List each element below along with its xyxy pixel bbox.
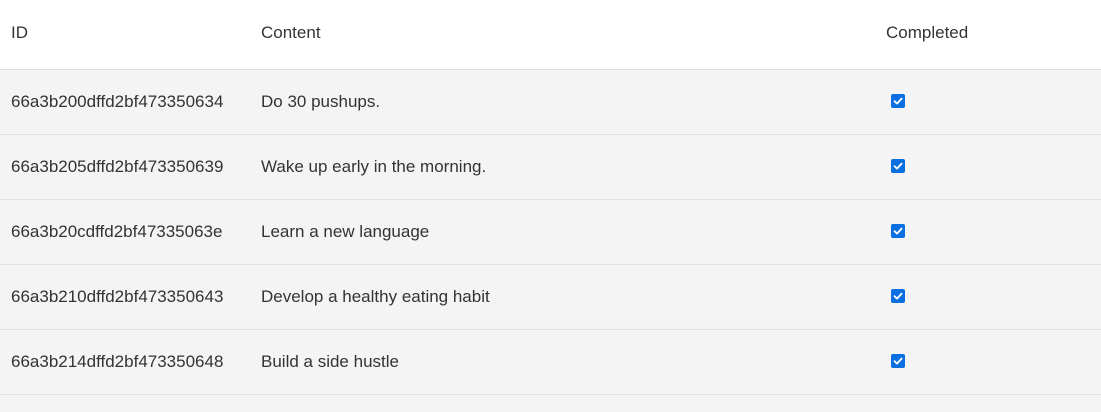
row-completed-cell [891,200,905,264]
completed-checkbox[interactable] [891,159,905,173]
row-completed-cell [891,135,905,199]
table-trailing-area [0,395,1101,412]
row-id: 66a3b205dffd2bf473350639 [11,157,224,176]
checkmark-icon [893,227,903,235]
row-content: Develop a healthy eating habit [261,287,490,306]
row-id: 66a3b20cdffd2bf47335063e [11,222,223,241]
row-content: Learn a new language [261,222,430,241]
completed-checkbox[interactable] [891,224,905,238]
table-row: 66a3b200dffd2bf473350634 Do 30 pushups. [0,70,1101,135]
row-completed-cell [891,265,905,329]
checkmark-icon [893,357,903,365]
header-content: Content [261,23,321,42]
row-content: Build a side hustle [261,352,399,371]
completed-checkbox[interactable] [891,94,905,108]
checkmark-icon [893,162,903,170]
row-id: 66a3b200dffd2bf473350634 [11,92,224,111]
row-id: 66a3b210dffd2bf473350643 [11,287,224,306]
table-row: 66a3b20cdffd2bf47335063e Learn a new lan… [0,200,1101,265]
checkmark-icon [893,292,903,300]
header-id: ID [11,23,28,42]
row-completed-cell [891,70,905,134]
table-header-row: ID Content Completed [0,0,1101,70]
table-row: 66a3b210dffd2bf473350643 Develop a healt… [0,265,1101,330]
checkmark-icon [893,97,903,105]
row-content: Wake up early in the morning. [261,157,487,176]
header-completed: Completed [886,23,969,42]
todo-table: ID Content Completed 66a3b200dffd2bf4733… [0,0,1101,412]
completed-checkbox[interactable] [891,289,905,303]
row-completed-cell [891,330,905,394]
table-row: 66a3b214dffd2bf473350648 Build a side hu… [0,330,1101,395]
table-row: 66a3b205dffd2bf473350639 Wake up early i… [0,135,1101,200]
row-content: Do 30 pushups. [261,92,381,111]
row-id: 66a3b214dffd2bf473350648 [11,352,224,371]
completed-checkbox[interactable] [891,354,905,368]
